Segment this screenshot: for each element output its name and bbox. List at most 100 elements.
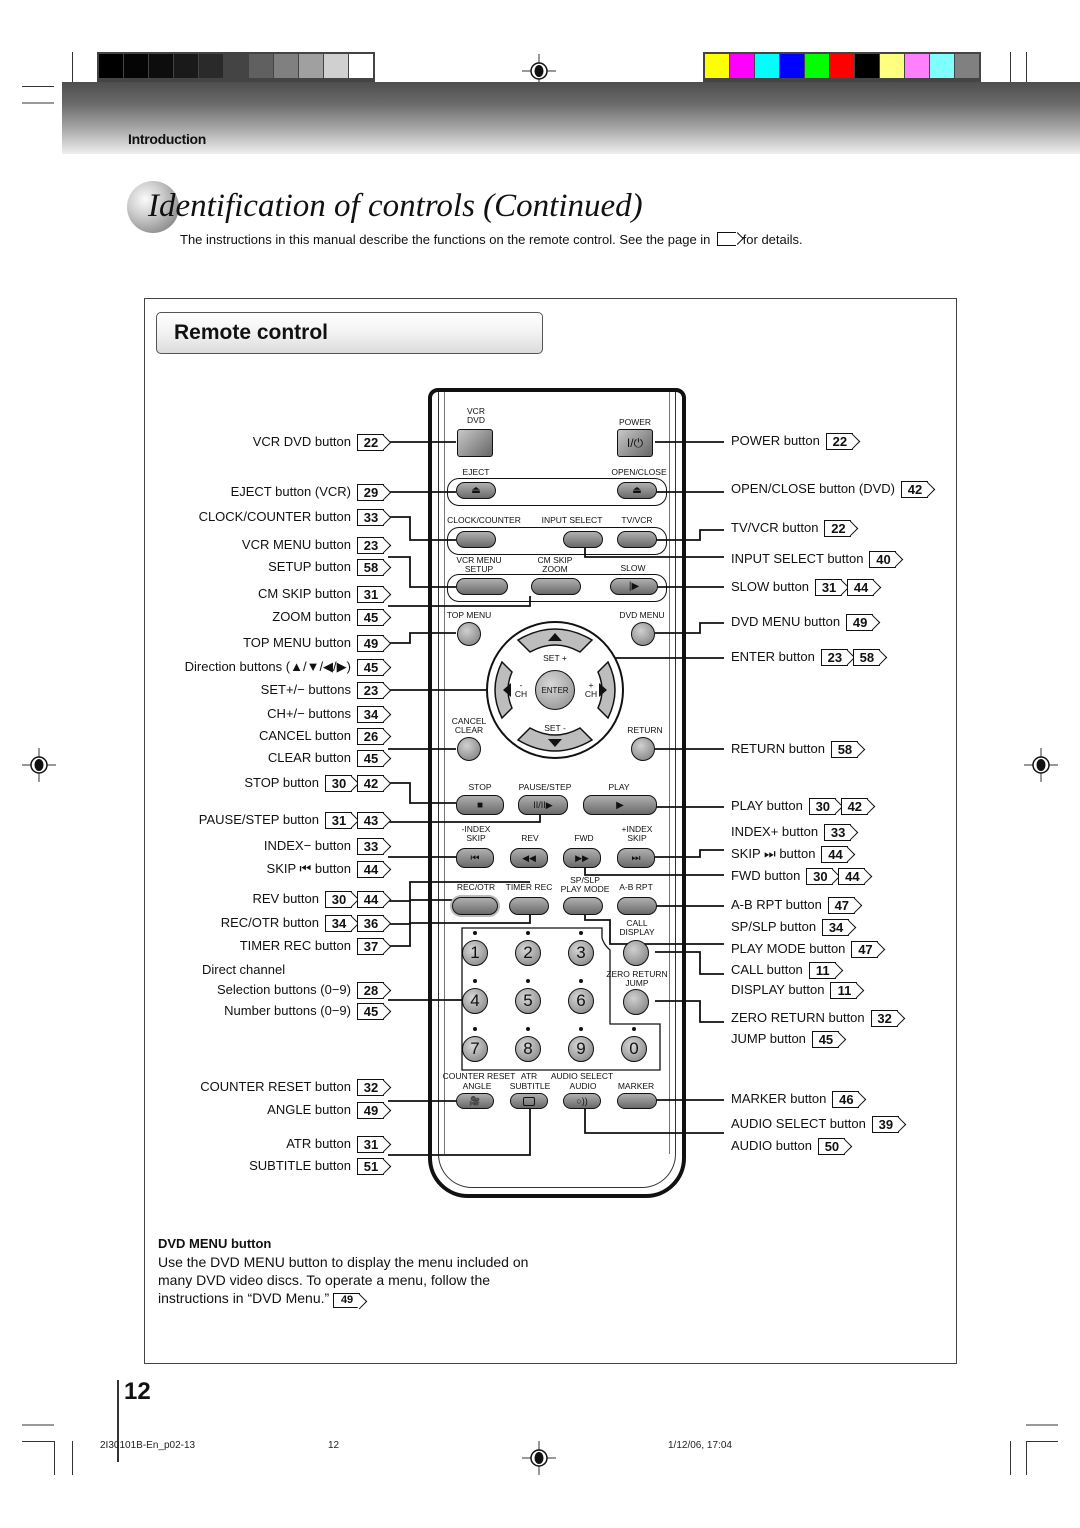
skip-forward-button[interactable]: ⏭: [617, 848, 655, 868]
page-ref: 31: [331, 813, 347, 829]
return-button[interactable]: [631, 737, 655, 761]
page-ref-badge: 45: [811, 1031, 839, 1049]
angle-button[interactable]: 🎥: [456, 1093, 494, 1109]
stop-button[interactable]: ■: [456, 795, 504, 815]
page-ref-badge: 42: [357, 775, 384, 793]
skip-back-button[interactable]: ⏮: [456, 848, 494, 868]
zero-return-jump-label: ZERO RETURN JUMP: [600, 970, 674, 988]
page-ref-badge: 30: [325, 775, 352, 793]
callout-label-left: TOP MENU button 49: [243, 635, 384, 653]
page-ref: 42: [907, 482, 923, 498]
ch-text: CH: [584, 689, 598, 699]
call-display-button[interactable]: [623, 940, 649, 966]
page-ref-badge: 33: [357, 509, 384, 527]
number-button-0[interactable]: 0: [621, 1036, 647, 1062]
callout-text: CANCEL button: [258, 728, 351, 743]
cancel-clear-label: CANCEL CLEAR: [450, 717, 488, 735]
cancel-clear-button[interactable]: [457, 737, 481, 761]
page-refs: 50: [817, 1138, 845, 1156]
number-button-8[interactable]: 8: [515, 1036, 541, 1062]
number-button-5[interactable]: 5: [515, 988, 541, 1014]
page-ref: 31: [363, 587, 379, 603]
page-ref-badge: 32: [357, 1079, 384, 1097]
callout-label-right: FWD button 30 44: [731, 868, 866, 886]
zero-return-jump-button[interactable]: [623, 989, 649, 1015]
crop-mark: [22, 1441, 54, 1442]
page-ref-badge: 30: [325, 891, 352, 909]
page-ref: 33: [830, 825, 846, 841]
pause-step-button[interactable]: II/II▶: [518, 795, 568, 815]
counter-reset-label: COUNTER RESET: [442, 1071, 516, 1081]
play-label: PLAY: [608, 782, 630, 792]
page-refs: 49: [357, 1102, 384, 1120]
page-refs: 34: [357, 706, 384, 724]
callout-label-right: DVD MENU button 49: [731, 614, 874, 632]
rev-button[interactable]: ◀◀: [510, 848, 548, 868]
callout-label-right: MARKER button 46: [731, 1091, 860, 1109]
page-refs: 29: [357, 484, 384, 502]
fwd-button[interactable]: ▶▶: [563, 848, 601, 868]
registration-mark-icon: [1024, 748, 1058, 782]
sp-slp-play-mode-button[interactable]: [563, 897, 603, 915]
callout-text: AUDIO SELECT button: [731, 1116, 866, 1131]
callout-label-right: INPUT SELECT button 40: [731, 551, 897, 569]
description-heading: DVD MENU button: [158, 1236, 272, 1251]
page-refs: 32: [357, 1079, 384, 1097]
atr-label: ATR: [520, 1071, 538, 1081]
callout-label-right: CALL button 11: [731, 962, 836, 980]
page-ref: 30: [815, 799, 831, 815]
callout-label-right: SLOW button 31 44: [731, 579, 875, 597]
number-button-4[interactable]: 4: [462, 988, 488, 1014]
page-ref-badge: 42: [840, 798, 868, 816]
callout-text: Direction buttons (▲/▼/◀/▶): [184, 659, 351, 674]
audio-button[interactable]: ○)): [563, 1093, 601, 1109]
enter-label: ENTER: [541, 685, 569, 695]
callout-label-left: TIMER REC button 37: [239, 938, 384, 956]
stop-icon: ■: [476, 799, 484, 811]
number-button-3[interactable]: 3: [568, 940, 594, 966]
callout-text: JUMP button: [731, 1031, 806, 1046]
number-button-7[interactable]: 7: [462, 1036, 488, 1062]
number-dot: [473, 931, 477, 935]
rec-otr-button[interactable]: [452, 897, 498, 915]
number-button-1[interactable]: 1: [462, 940, 488, 966]
timer-rec-button[interactable]: [509, 897, 549, 915]
callout-label-left: CANCEL button 26: [258, 728, 384, 746]
page-ref-badge: 37: [357, 938, 384, 956]
page-ref-badge: 33: [357, 838, 384, 856]
return-label: RETURN: [627, 725, 663, 735]
play-button[interactable]: ▶: [583, 795, 657, 815]
page-ref-badge: 23: [357, 537, 384, 555]
page-ref-badge: 23: [357, 682, 384, 700]
number-button-6[interactable]: 6: [568, 988, 594, 1014]
enter-button[interactable]: ENTER: [535, 670, 575, 710]
callout-label-left: ATR button 31: [286, 1136, 384, 1154]
callout-text: SKIP ⏭ button: [731, 846, 816, 861]
number-label: 3: [576, 943, 586, 962]
callout-text: ANGLE button: [267, 1102, 351, 1117]
subtitle-button[interactable]: [510, 1093, 548, 1109]
number-button-2[interactable]: 2: [515, 940, 541, 966]
fwd-icon: ▶▶: [575, 852, 589, 863]
page-ref: 37: [363, 939, 379, 955]
number-dot: [526, 931, 530, 935]
page-ref: 23: [363, 683, 379, 699]
callout-text: REV button: [252, 891, 320, 906]
fwd-label: FWD: [574, 833, 594, 843]
callout-label-left: INDEX− button 33: [264, 838, 384, 856]
callout-text: SP/SLP button: [731, 919, 817, 934]
callout-label-right: SKIP ⏭ button 44: [731, 846, 849, 864]
footer-timestamp: 1/12/06, 17:04: [668, 1440, 732, 1451]
callout-label-left: Selection buttons (0−9) 28: [217, 982, 384, 1000]
number-dot: [473, 1027, 477, 1031]
callout-text: CALL button: [731, 962, 803, 977]
ab-rpt-button[interactable]: [617, 897, 657, 915]
callout-label-right: PLAY button 30 42: [731, 798, 868, 816]
audio-select-label: AUDIO SELECT: [550, 1071, 614, 1081]
number-button-9[interactable]: 9: [568, 1036, 594, 1062]
crop-mark: [1026, 1424, 1058, 1426]
marker-button[interactable]: [617, 1093, 657, 1109]
callout-text: SET+/− buttons: [260, 682, 351, 697]
call-display-label: CALL DISPLAY: [612, 919, 662, 937]
callout-text: TIMER REC button: [239, 938, 351, 953]
